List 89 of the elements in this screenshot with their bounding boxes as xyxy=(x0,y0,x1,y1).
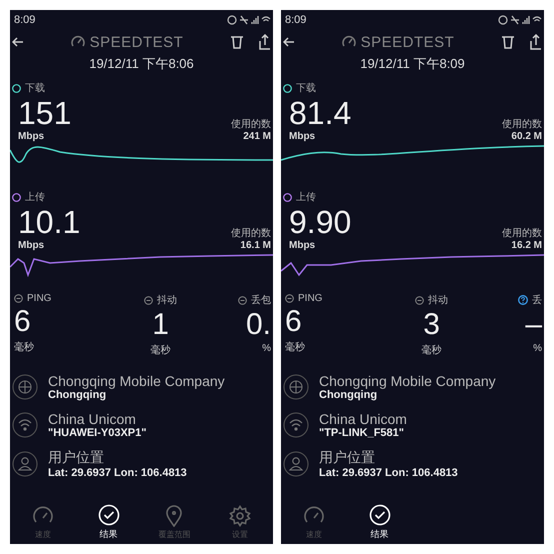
nav-tab[interactable]: 速度 xyxy=(10,504,76,540)
detail-title: Chongqing Mobile Company xyxy=(48,373,225,389)
nav-tab[interactable]: 结果 xyxy=(76,504,142,540)
upload-icon xyxy=(12,192,21,202)
nav-tab[interactable]: 设置 xyxy=(207,504,273,540)
metric-unit: 毫秒 xyxy=(14,340,34,354)
speed-unit: Mbps xyxy=(18,131,46,142)
detail-subtitle: Lat: 29.6937 Lon: 106.4813 xyxy=(48,467,187,479)
test-date: 19/12/11 下午8:06 xyxy=(88,55,195,73)
wifi-icon xyxy=(12,412,38,438)
speed-unit: Mbps xyxy=(289,240,316,251)
speed-value: 10.1 xyxy=(18,204,80,240)
wifi-icon xyxy=(283,412,309,438)
test-date: 19/12/11 下午8:09 xyxy=(359,55,466,73)
back-icon[interactable] xyxy=(12,36,24,48)
data-used-value: 16.2 M xyxy=(511,240,542,251)
detail-subtitle: Lat: 29.6937 Lon: 106.4813 xyxy=(319,467,458,479)
metric-value: 6 xyxy=(285,304,302,340)
settings-icon xyxy=(229,504,252,526)
status-time: 8:09 xyxy=(285,14,306,26)
share-icon[interactable] xyxy=(259,34,271,50)
minus-circle-icon xyxy=(14,294,23,303)
detail-subtitle: Chongqing xyxy=(48,389,108,401)
speed-value: 81.4 xyxy=(289,95,352,131)
status-time: 8:09 xyxy=(14,14,36,26)
minus-circle-icon xyxy=(415,296,424,304)
trash-icon[interactable] xyxy=(229,34,245,50)
metric-value: 3 xyxy=(423,307,440,343)
speed-label: 下载 xyxy=(25,82,45,95)
data-used-label: 使用的数 xyxy=(502,227,542,240)
nav-tab[interactable]: 速度 xyxy=(281,504,347,540)
globe-icon xyxy=(12,374,38,400)
speed-label: 上传 xyxy=(25,190,45,204)
nav-tab[interactable]: 结果 xyxy=(346,504,412,540)
data-used-value: 60.2 M xyxy=(511,131,542,142)
metric-unit: 毫秒 xyxy=(285,340,305,354)
app-title: SPEEDTEST xyxy=(90,34,184,50)
metric-label: 丢 xyxy=(532,294,542,307)
metric-unit: 毫秒 xyxy=(150,344,171,357)
speed-label: 上传 xyxy=(296,190,316,204)
detail-title: China Unicom xyxy=(319,411,407,427)
data-used-value: 16.1 M xyxy=(240,240,271,251)
check-circle-icon xyxy=(98,504,120,526)
metric-label: 丢包 xyxy=(251,294,271,307)
person-icon xyxy=(12,451,38,477)
detail-title: 用户位置 xyxy=(48,449,105,467)
trash-icon[interactable] xyxy=(500,34,516,50)
metric-value: – xyxy=(525,307,542,343)
globe-icon xyxy=(283,374,309,400)
metric-unit: 毫秒 xyxy=(422,344,442,357)
share-icon[interactable] xyxy=(530,34,542,50)
download-icon xyxy=(283,84,292,92)
speed-label: 下载 xyxy=(296,82,316,95)
upload-icon xyxy=(283,192,292,202)
detail-title: China Unicom xyxy=(48,411,137,427)
data-used-value: 241 M xyxy=(243,131,271,142)
metric-unit: % xyxy=(262,343,271,354)
status-icons xyxy=(498,15,542,25)
person-icon xyxy=(283,451,309,477)
metric-label: PING xyxy=(27,293,52,304)
metric-unit: % xyxy=(533,343,542,354)
metric-value: 0. xyxy=(246,307,271,343)
speed-unit: Mbps xyxy=(18,240,46,251)
speed-value: 151 xyxy=(18,95,72,131)
metric-label: 抖动 xyxy=(428,294,448,307)
speed-unit: Mbps xyxy=(289,131,316,142)
detail-subtitle: Chongqing xyxy=(319,389,378,401)
detail-subtitle: "HUAWEI-Y03XP1" xyxy=(48,427,146,439)
check-circle-icon xyxy=(368,504,391,526)
data-used-label: 使用的数 xyxy=(502,118,542,131)
data-used-label: 使用的数 xyxy=(231,227,271,240)
detail-title: Chongqing Mobile Company xyxy=(319,373,496,389)
detail-title: 用户位置 xyxy=(319,449,376,467)
minus-circle-icon xyxy=(238,296,247,304)
metric-label: PING xyxy=(298,293,322,304)
data-used-label: 使用的数 xyxy=(231,118,271,131)
detail-subtitle: "TP-LINK_F581" xyxy=(319,427,406,439)
nav-tab[interactable]: 覆盖范围 xyxy=(142,504,208,540)
download-icon xyxy=(12,84,21,92)
metric-label: 抖动 xyxy=(157,294,178,307)
app-title: SPEEDTEST xyxy=(360,34,454,50)
back-icon[interactable] xyxy=(283,36,295,48)
minus-circle-icon xyxy=(144,296,154,304)
speed-value: 9.90 xyxy=(289,204,352,240)
status-icons xyxy=(227,15,271,25)
metric-value: 1 xyxy=(152,307,169,343)
metric-value: 6 xyxy=(14,304,31,340)
help-icon[interactable] xyxy=(518,295,528,305)
minus-circle-icon xyxy=(285,294,294,303)
